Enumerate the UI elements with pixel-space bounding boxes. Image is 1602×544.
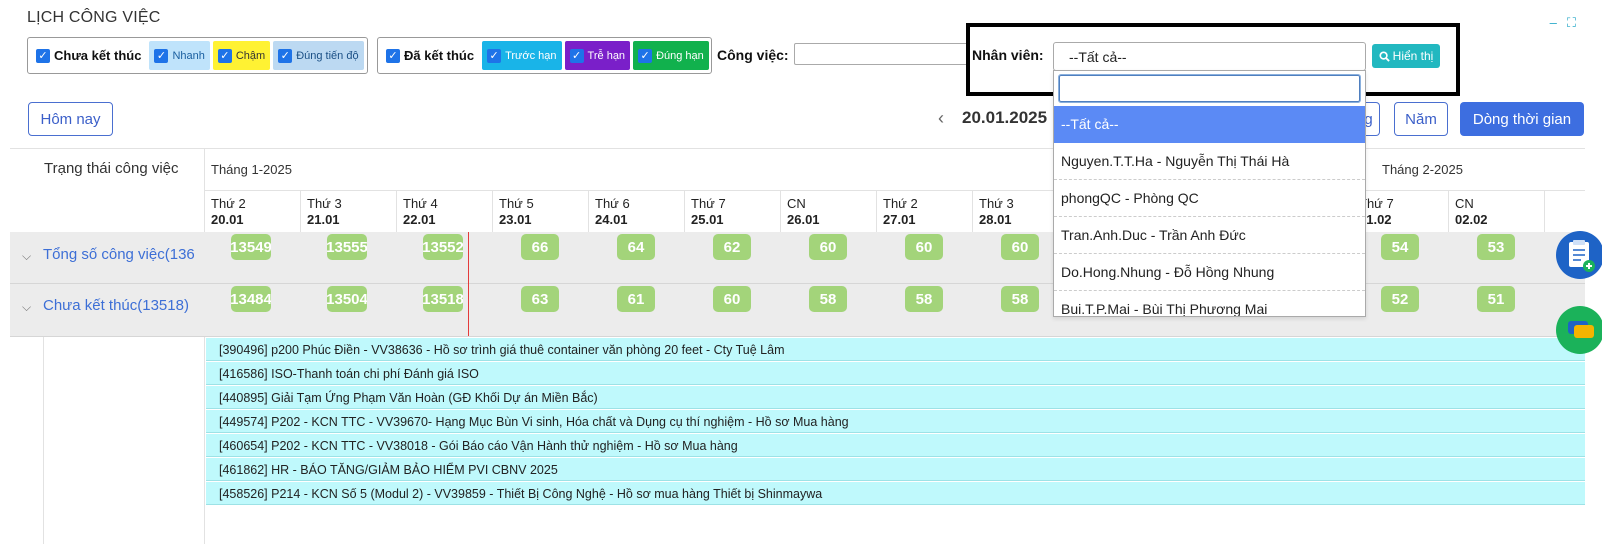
count-badge[interactable]: 60 (1001, 234, 1039, 260)
check-icon: ✓ (569, 48, 584, 63)
list-item[interactable]: [416586] ISO-Thanh toán chi phí Đánh giá… (206, 362, 1585, 385)
count-badge[interactable]: 13555 (327, 234, 367, 260)
checkbox-on-schedule[interactable]: ✓ Đúng tiến độ (273, 41, 364, 70)
dropdown-search-input[interactable] (1058, 74, 1361, 103)
day-header: Thứ 3 21.01 (307, 196, 342, 227)
day-header: Thứ 2 20.01 (211, 196, 246, 227)
chevron-left-icon[interactable]: ‹ (938, 108, 944, 129)
checkbox-slow[interactable]: ✓ Chậm (212, 41, 271, 70)
minimize-icon[interactable]: – (1550, 15, 1557, 31)
dropdown-option[interactable]: --Tất cả-- (1054, 106, 1365, 143)
job-label: Công việc: (717, 47, 789, 63)
dropdown-option[interactable]: Nguyen.T.T.Ha - Nguyễn Thị Thái Hà (1054, 143, 1365, 180)
count-badge[interactable]: 62 (713, 234, 751, 260)
count-badge[interactable]: 58 (905, 286, 943, 312)
count-badge[interactable]: 64 (617, 234, 655, 260)
today-marker (468, 232, 469, 336)
list-item[interactable]: [440895] Giải Tạm Ứng Phạm Văn Hoàn (GĐ … (206, 386, 1585, 409)
checkbox-label: Chậm (235, 49, 266, 62)
dropdown-option[interactable]: Tran.Anh.Duc - Trần Anh Đức (1054, 217, 1365, 254)
check-icon: ✓ (154, 48, 169, 63)
job-input[interactable] (794, 43, 970, 65)
dropdown-option[interactable]: phongQC - Phòng QC (1054, 180, 1365, 217)
count-badge[interactable]: 13549 (231, 234, 271, 260)
task-list: [390496] p200 Phúc Điền - VV38636 - Hồ s… (206, 338, 1585, 506)
month-label: Tháng 1-2025 (211, 162, 292, 177)
grid-line (204, 148, 205, 544)
check-icon: ✓ (278, 48, 293, 63)
check-icon: ✓ (487, 48, 502, 63)
count-badge[interactable]: 13552 (423, 234, 463, 260)
count-badge[interactable]: 60 (713, 286, 751, 312)
checkbox-label: Đã kết thúc (404, 48, 475, 63)
count-badge[interactable]: 63 (521, 286, 559, 312)
check-icon: ✓ (386, 48, 400, 63)
window-controls: – ⛶ (1550, 15, 1576, 31)
checkbox-label: Đúng hạn (656, 49, 704, 62)
list-item[interactable]: [458526] P214 - KCN Số 5 (Modul 2) - VV3… (206, 482, 1585, 505)
timeline-button[interactable]: Dòng thời gian (1460, 102, 1584, 136)
day-header: Thứ 3 28.01 (979, 196, 1014, 227)
check-icon: ✓ (217, 48, 232, 63)
day-header: CN 26.01 (787, 196, 820, 227)
count-badge[interactable]: 13504 (327, 286, 367, 312)
checkbox-finished[interactable]: ✓ Đã kết thúc (381, 41, 479, 70)
dropdown-option[interactable]: Bui.T.P.Mai - Bùi Thị Phương Mai (1054, 291, 1365, 316)
chat-icon[interactable] (1556, 306, 1602, 354)
list-item[interactable]: [461862] HR - BÁO TĂNG/GIẢM BẢO HIỂM PVI… (206, 458, 1585, 481)
day-header: Thứ 6 24.01 (595, 196, 630, 227)
count-badge[interactable]: 58 (1001, 286, 1039, 312)
day-header: Thứ 7 25.01 (691, 196, 726, 227)
checkbox-label: Nhanh (172, 49, 205, 62)
today-button[interactable]: Hôm nay (28, 102, 113, 136)
grid-line (10, 336, 1585, 337)
chevron-down-icon[interactable]: ⌵ (22, 300, 31, 315)
count-badge[interactable]: 54 (1381, 234, 1419, 260)
count-badge[interactable]: 53 (1477, 234, 1515, 260)
grid-line (204, 190, 1585, 191)
list-item[interactable]: [460654] P202 - KCN TTC - VV38018 - Gói … (206, 434, 1585, 457)
dropdown-option[interactable]: Do.Hong.Nhung - Đỗ Hồng Nhung (1054, 254, 1365, 291)
year-view-button[interactable]: Năm (1394, 102, 1448, 136)
clipboard-add-icon[interactable] (1556, 231, 1602, 279)
chevron-down-icon[interactable]: ⌵ (22, 249, 31, 264)
checkbox-late[interactable]: ✓ Trễ hạn (564, 41, 631, 70)
count-badge[interactable]: 13484 (231, 286, 271, 312)
row-label-unfinished[interactable]: Chưa kết thúc(13518) (43, 297, 203, 314)
row-label-total[interactable]: Tổng số công việc(136 (43, 246, 203, 263)
fullscreen-icon[interactable]: ⛶ (1567, 15, 1576, 31)
month-label: Tháng 2-2025 (1382, 162, 1463, 177)
checkbox-label: Chưa kết thúc (54, 48, 142, 63)
checkbox-label: Đúng tiến độ (296, 49, 359, 62)
checkbox-label: Trước hạn (505, 49, 557, 62)
checkbox-unfinished[interactable]: ✓ Chưa kết thúc (31, 41, 146, 70)
day-header: Thứ 4 22.01 (403, 196, 438, 227)
checkbox-label: Trễ hạn (587, 49, 626, 62)
count-badge[interactable]: 60 (905, 234, 943, 260)
day-header: CN 02.02 (1455, 196, 1488, 227)
count-badge[interactable]: 52 (1381, 286, 1419, 312)
checkbox-early[interactable]: ✓ Trước hạn (482, 41, 562, 70)
list-item[interactable]: [449574] P202 - KCN TTC - VV39670- Hạng … (206, 410, 1585, 433)
check-icon: ✓ (638, 48, 653, 63)
count-badge[interactable]: 13518 (423, 286, 463, 312)
count-badge[interactable]: 51 (1477, 286, 1515, 312)
checkbox-fast[interactable]: ✓ Nhanh (149, 41, 210, 70)
day-header: Thứ 5 23.01 (499, 196, 534, 227)
day-header: Thứ 2 27.01 (883, 196, 918, 227)
status-header: Trạng thái công việc (44, 160, 179, 177)
count-badge[interactable]: 61 (617, 286, 655, 312)
current-date: 20.01.2025 (962, 108, 1048, 127)
checkbox-on-time[interactable]: ✓ Đúng hạn (633, 41, 709, 70)
check-icon: ✓ (36, 48, 50, 63)
filter-group-finished: ✓ Đã kết thúc ✓ Trước hạn ✓ Trễ hạn ✓ Đúng h… (377, 37, 712, 74)
filter-group-unfinished: ✓ Chưa kết thúc ✓ Nhanh ✓ Chậm ✓ Đúng tiến đ… (27, 37, 368, 74)
count-badge[interactable]: 58 (809, 286, 847, 312)
list-item[interactable]: [390496] p200 Phúc Điền - VV38636 - Hồ s… (206, 338, 1585, 361)
page-title: LỊCH CÔNG VIỆC (27, 9, 161, 26)
employee-dropdown: --Tất cả-- Nguyen.T.T.Ha - Nguyễn Thị Th… (1053, 70, 1366, 317)
count-badge[interactable]: 66 (521, 234, 559, 260)
count-badge[interactable]: 60 (809, 234, 847, 260)
